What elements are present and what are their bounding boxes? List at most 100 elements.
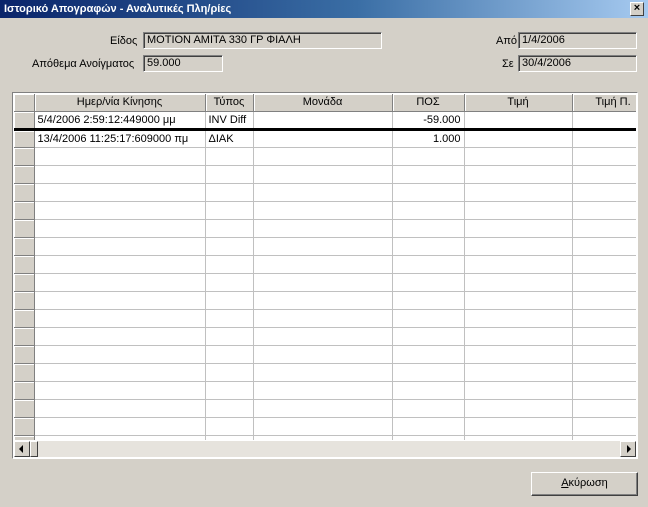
empty-cell[interactable] [253,201,393,220]
empty-cell[interactable] [572,183,636,202]
empty-cell[interactable] [205,147,254,166]
cell-price-2[interactable] [572,129,636,148]
scroll-right-button[interactable] [620,441,636,457]
empty-cell[interactable] [572,237,636,256]
empty-cell[interactable] [34,183,206,202]
empty-cell[interactable] [392,363,465,382]
empty-cell[interactable] [253,327,393,346]
empty-cell[interactable] [572,255,636,274]
empty-cell[interactable] [392,327,465,346]
row-indicator[interactable] [14,237,35,256]
empty-table-row[interactable] [14,165,636,184]
empty-cell[interactable] [34,255,206,274]
empty-cell[interactable] [34,363,206,382]
empty-cell[interactable] [34,399,206,418]
empty-cell[interactable] [205,291,254,310]
empty-table-row[interactable] [14,381,636,400]
empty-cell[interactable] [392,399,465,418]
scroll-thumb[interactable] [30,441,38,457]
movements-grid[interactable]: Ημερ/νία Κίνησης Τύπος Μονάδα ΠΟΣ Τιμή Τ… [12,92,638,459]
empty-table-row[interactable] [14,255,636,274]
empty-cell[interactable] [572,201,636,220]
empty-table-row[interactable] [14,147,636,166]
empty-cell[interactable] [205,363,254,382]
empty-cell[interactable] [464,219,573,238]
empty-cell[interactable] [464,291,573,310]
empty-table-row[interactable] [14,399,636,418]
empty-table-row[interactable] [14,201,636,220]
cell-qty[interactable]: -59.000 [392,111,465,131]
empty-cell[interactable] [34,165,206,184]
to-date-field[interactable]: 30/4/2006 [518,55,637,72]
empty-cell[interactable] [392,219,465,238]
empty-table-row[interactable] [14,309,636,328]
empty-cell[interactable] [572,219,636,238]
empty-cell[interactable] [253,291,393,310]
empty-cell[interactable] [464,273,573,292]
empty-cell[interactable] [572,399,636,418]
empty-cell[interactable] [205,165,254,184]
empty-cell[interactable] [205,183,254,202]
empty-table-row[interactable] [14,327,636,346]
cell-type[interactable]: INV Diff [205,111,254,131]
row-indicator[interactable] [14,381,35,400]
empty-cell[interactable] [464,417,573,436]
empty-cell[interactable] [253,309,393,328]
empty-cell[interactable] [34,273,206,292]
empty-cell[interactable] [572,417,636,436]
empty-cell[interactable] [464,399,573,418]
row-indicator[interactable] [14,273,35,292]
empty-cell[interactable] [464,183,573,202]
empty-cell[interactable] [392,255,465,274]
empty-cell[interactable] [34,309,206,328]
column-header-date[interactable]: Ημερ/νία Κίνησης [34,94,206,112]
empty-table-row[interactable] [14,417,636,436]
empty-cell[interactable] [392,381,465,400]
row-indicator[interactable] [14,435,35,440]
empty-cell[interactable] [253,147,393,166]
empty-table-row[interactable] [14,237,636,256]
empty-cell[interactable] [464,165,573,184]
empty-cell[interactable] [572,435,636,440]
empty-cell[interactable] [253,381,393,400]
empty-cell[interactable] [392,309,465,328]
empty-cell[interactable] [392,165,465,184]
empty-cell[interactable] [392,345,465,364]
empty-cell[interactable] [34,201,206,220]
empty-cell[interactable] [464,327,573,346]
empty-cell[interactable] [34,147,206,166]
row-indicator[interactable] [14,219,35,238]
empty-cell[interactable] [572,291,636,310]
column-header-unit[interactable]: Μονάδα [253,94,393,112]
empty-cell[interactable] [392,201,465,220]
cell-date[interactable]: 5/4/2006 2:59:12:449000 μμ [34,111,206,131]
empty-table-row[interactable] [14,363,636,382]
row-indicator[interactable] [14,309,35,328]
empty-cell[interactable] [34,345,206,364]
empty-cell[interactable] [205,435,254,440]
empty-cell[interactable] [464,147,573,166]
row-indicator[interactable] [14,345,35,364]
empty-cell[interactable] [392,291,465,310]
empty-cell[interactable] [253,219,393,238]
empty-cell[interactable] [34,435,206,440]
empty-cell[interactable] [205,417,254,436]
scroll-left-button[interactable] [14,441,30,457]
cell-price-2[interactable] [572,111,636,131]
cell-unit[interactable] [253,111,393,131]
empty-cell[interactable] [253,273,393,292]
empty-cell[interactable] [572,309,636,328]
column-header-qty[interactable]: ΠΟΣ [392,94,465,112]
empty-cell[interactable] [205,201,254,220]
empty-cell[interactable] [392,273,465,292]
cell-price[interactable] [464,129,573,148]
empty-table-row[interactable] [14,219,636,238]
empty-cell[interactable] [205,399,254,418]
row-indicator[interactable] [14,201,35,220]
empty-cell[interactable] [572,165,636,184]
empty-cell[interactable] [392,417,465,436]
empty-cell[interactable] [464,381,573,400]
row-indicator[interactable] [14,183,35,202]
empty-cell[interactable] [572,273,636,292]
empty-cell[interactable] [253,165,393,184]
